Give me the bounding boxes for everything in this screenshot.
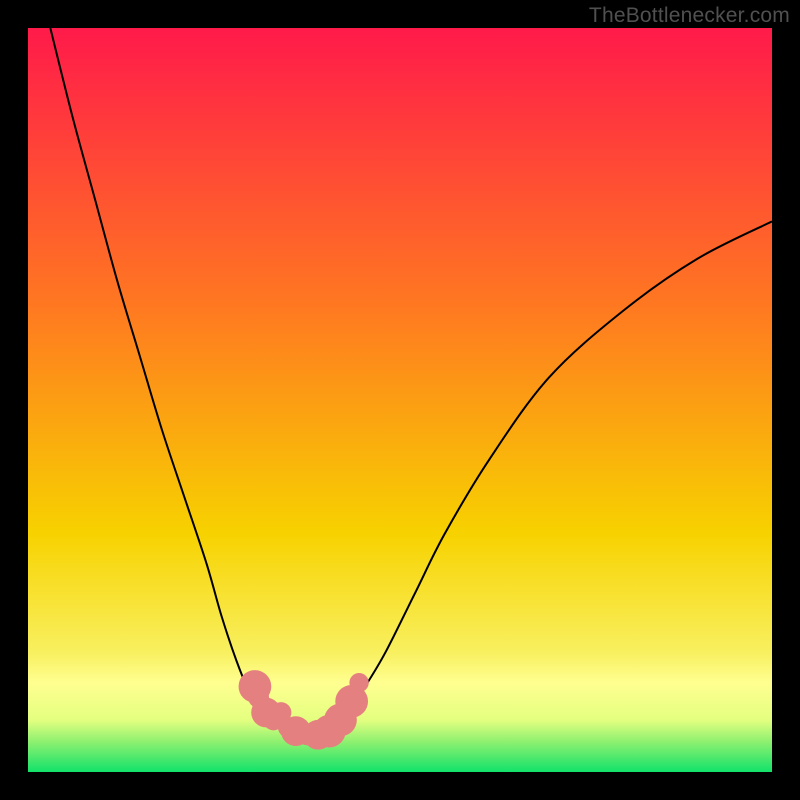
gradient-background	[28, 28, 772, 772]
chart-svg	[28, 28, 772, 772]
data-point	[349, 673, 368, 692]
watermark-text: TheBottlenecker.com	[589, 4, 790, 28]
chart-frame: TheBottlenecker.com	[0, 0, 800, 800]
plot-area	[28, 28, 772, 772]
